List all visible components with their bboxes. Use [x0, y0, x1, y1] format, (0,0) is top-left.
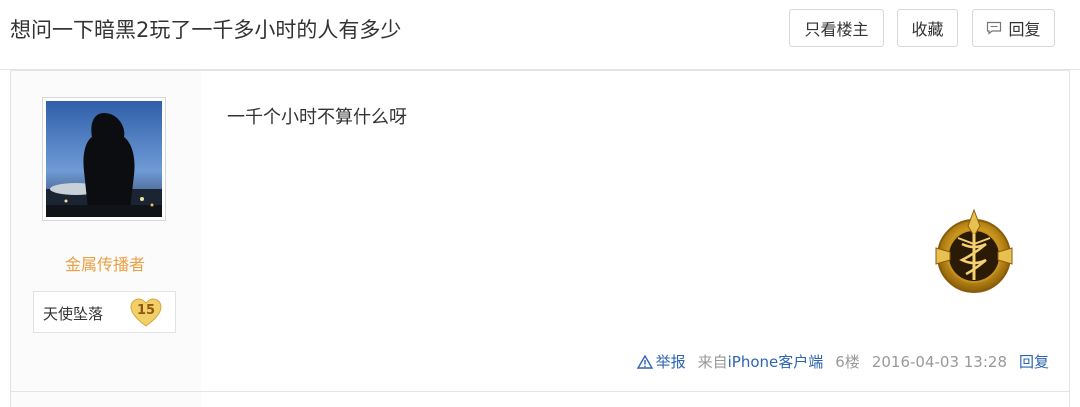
thread-title: 想问一下暗黑2玩了一千多小时的人有多少	[10, 18, 402, 42]
warning-icon	[636, 354, 653, 369]
post-floor: 金属传播者 天使坠落 15 一千个小时不算什么呀 举报 来自 iPhone客户端…	[10, 70, 1070, 392]
next-floor-sidebar-edge	[11, 392, 201, 407]
badge-name: 天使坠落	[43, 305, 104, 323]
source-prefix: 来自	[697, 353, 728, 371]
medal-icon	[932, 208, 1016, 298]
author-sidebar: 金属传播者 天使坠落 15	[11, 71, 201, 391]
thread-header: 想问一下暗黑2玩了一千多小时的人有多少 只看楼主 收藏 回复	[0, 0, 1080, 60]
post-meta: 举报 来自 iPhone客户端 6楼 2016-04-03 13:28 回复	[636, 351, 1049, 372]
client-source-link[interactable]: iPhone客户端	[728, 351, 824, 372]
floor-number: 6楼	[835, 353, 860, 371]
author-username[interactable]: 金属传播者	[11, 251, 199, 275]
reply-button[interactable]: 回复	[972, 9, 1055, 47]
favorite-button[interactable]: 收藏	[897, 9, 958, 47]
report-link[interactable]: 举报	[636, 351, 686, 372]
post-timestamp: 2016-04-03 13:28	[871, 352, 1007, 371]
member-badge[interactable]: 天使坠落 15	[33, 291, 176, 333]
badge-level-number: 15	[136, 303, 156, 318]
only-author-button[interactable]: 只看楼主	[789, 9, 884, 47]
post-content: 一千个小时不算什么呀	[227, 107, 407, 128]
next-floor-edge	[10, 392, 1070, 407]
floor-reply-link[interactable]: 回复	[1019, 351, 1049, 372]
avatar[interactable]	[42, 97, 166, 221]
avatar-image	[46, 101, 162, 217]
comment-icon	[987, 21, 1002, 35]
reply-button-label: 回复	[1008, 20, 1041, 39]
report-label: 举报	[655, 353, 686, 371]
level-badge: 15	[129, 298, 163, 328]
